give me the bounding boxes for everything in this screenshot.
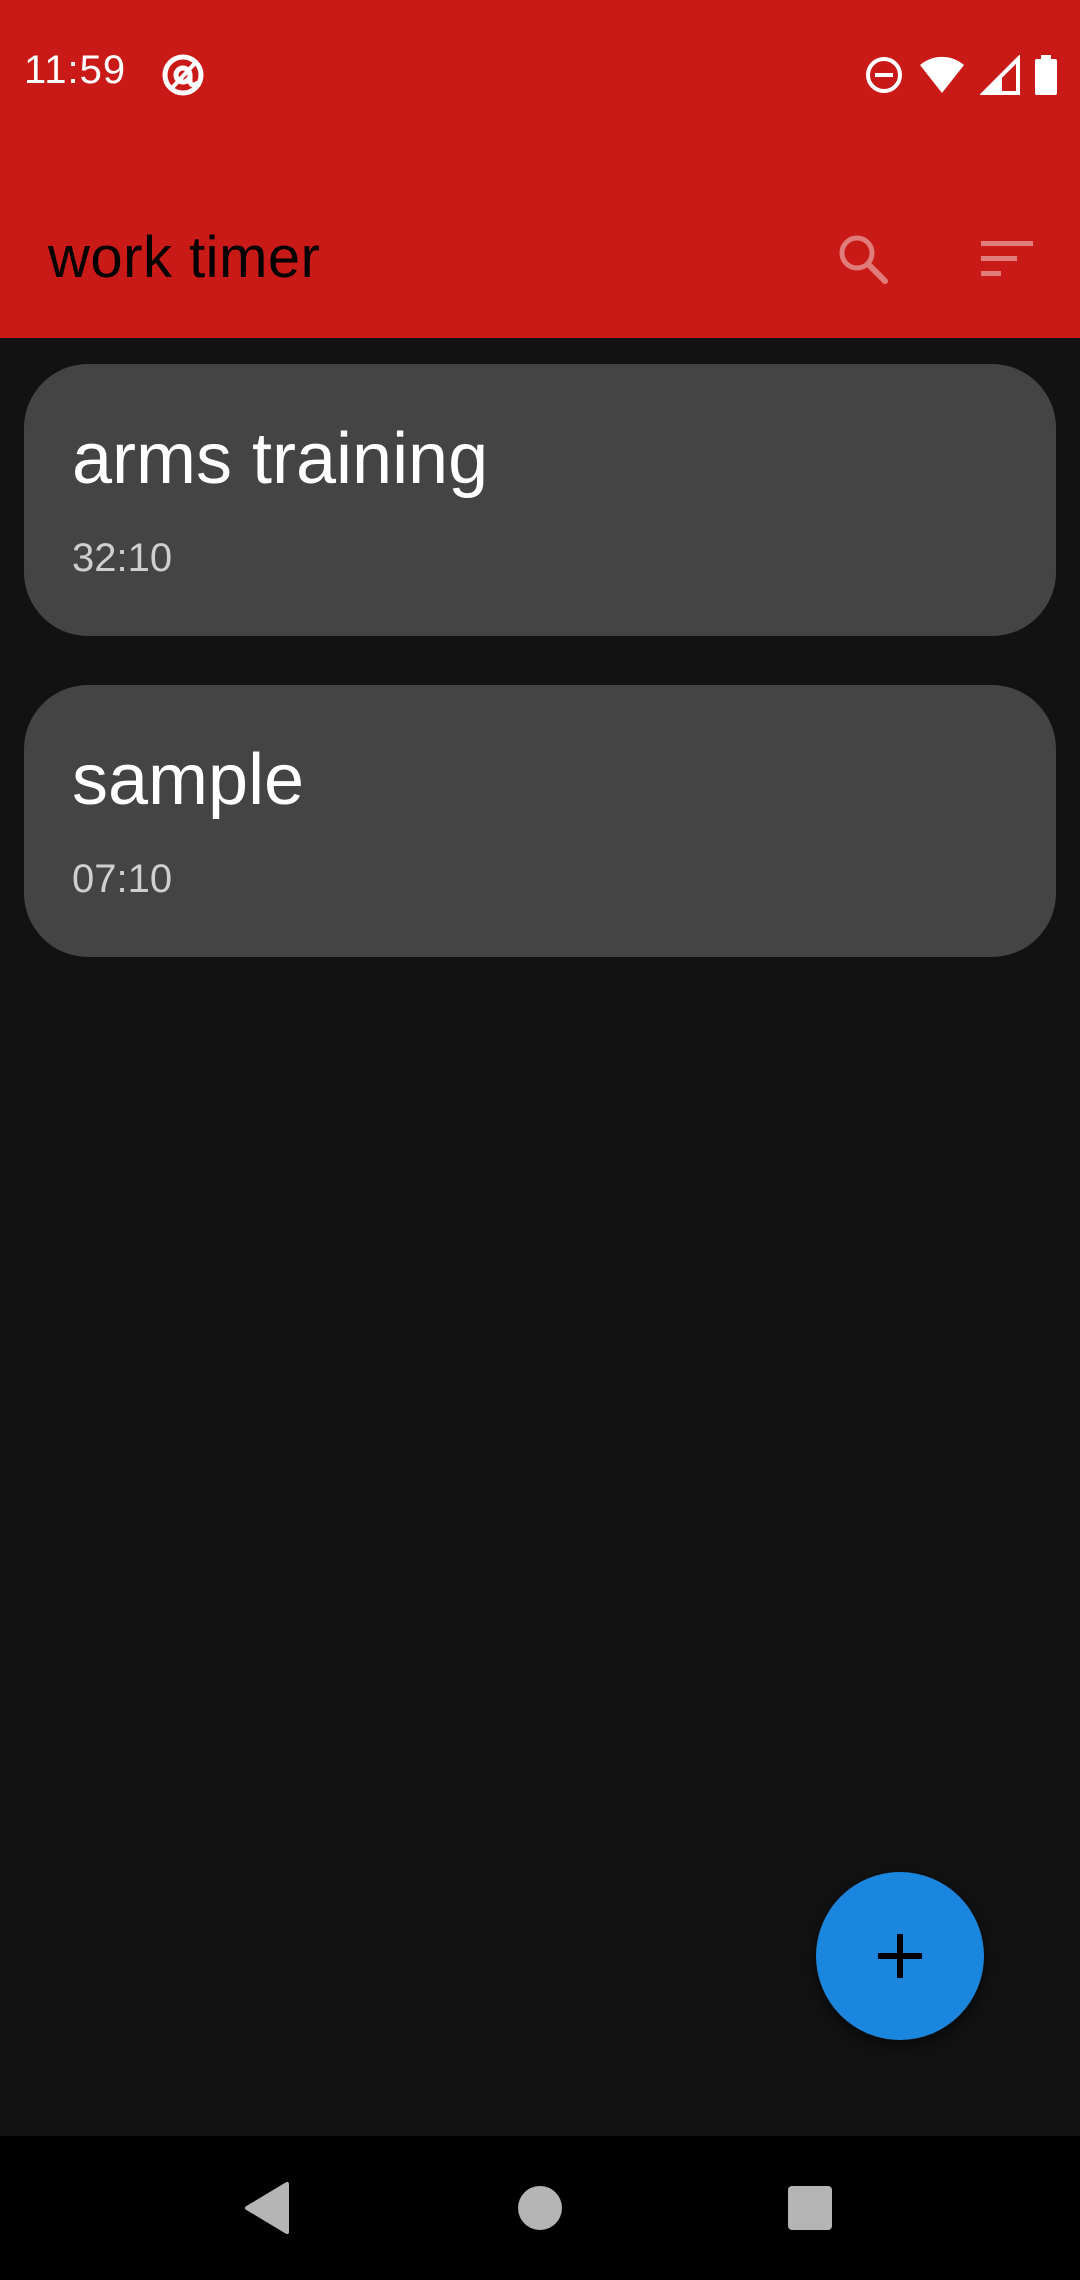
home-icon — [518, 2186, 562, 2230]
timer-name: sample — [72, 740, 305, 820]
timer-card[interactable]: sample 07:10 — [24, 685, 1056, 957]
plus-icon — [878, 1934, 922, 1978]
app-title: work timer — [48, 225, 321, 290]
recents-icon — [788, 2186, 832, 2230]
home-button[interactable] — [504, 2172, 576, 2244]
cell-signal-icon — [980, 55, 1020, 95]
wifi-icon — [918, 55, 966, 95]
timer-duration: 07:10 — [72, 857, 173, 901]
status-icons — [864, 52, 1058, 98]
sort-icon — [981, 241, 1033, 276]
add-timer-button[interactable] — [816, 1872, 984, 2040]
screen: 11:59 work timer arms training 32:10 sam… — [0, 0, 1080, 2280]
header: 11:59 work timer — [0, 0, 1080, 338]
battery-icon — [1034, 55, 1058, 95]
search-icon — [839, 235, 888, 284]
search-button[interactable] — [818, 214, 908, 304]
timer-card[interactable]: arms training 32:10 — [24, 364, 1056, 636]
back-icon — [245, 2182, 289, 2234]
status-bar: 11:59 — [0, 0, 1080, 146]
back-button[interactable] — [232, 2172, 304, 2244]
timer-name: arms training — [72, 419, 489, 499]
do-not-disturb-icon — [864, 55, 904, 95]
timer-duration: 32:10 — [72, 536, 173, 580]
navigation-bar — [0, 2136, 1080, 2280]
at-sign-icon — [160, 52, 206, 98]
recents-button[interactable] — [774, 2172, 846, 2244]
sort-button[interactable] — [962, 214, 1052, 304]
status-time: 11:59 — [24, 48, 127, 92]
app-bar: work timer — [0, 190, 1080, 330]
